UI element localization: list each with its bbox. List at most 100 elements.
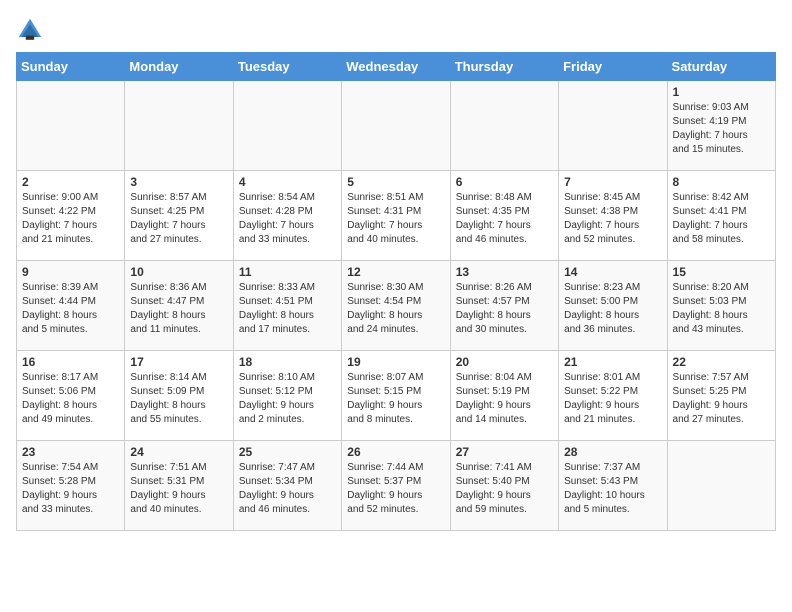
- day-number: 12: [347, 265, 444, 279]
- day-cell: [233, 81, 341, 171]
- day-number: 7: [564, 175, 661, 189]
- day-info: Sunrise: 7:44 AM Sunset: 5:37 PM Dayligh…: [347, 462, 423, 515]
- day-number: 10: [130, 265, 227, 279]
- day-cell: 10 Sunrise: 8:36 AM Sunset: 4:47 PM Dayli…: [125, 261, 233, 351]
- day-cell: [342, 81, 450, 171]
- day-info: Sunrise: 8:04 AM Sunset: 5:19 PM Dayligh…: [456, 372, 532, 425]
- day-info: Sunrise: 8:07 AM Sunset: 5:15 PM Dayligh…: [347, 372, 423, 425]
- day-number: 9: [22, 265, 119, 279]
- logo: [16, 16, 46, 44]
- day-number: 26: [347, 445, 444, 459]
- header: [16, 16, 776, 44]
- header-cell-monday: Monday: [125, 53, 233, 81]
- day-number: 2: [22, 175, 119, 189]
- day-cell: 20 Sunrise: 8:04 AM Sunset: 5:19 PM Dayli…: [450, 351, 558, 441]
- day-cell: 4Sunrise: 8:54 AM Sunset: 4:28 PM Daylig…: [233, 171, 341, 261]
- day-number: 8: [673, 175, 770, 189]
- day-info: Sunrise: 7:37 AM Sunset: 5:43 PM Dayligh…: [564, 462, 645, 515]
- day-number: 20: [456, 355, 553, 369]
- day-cell: [667, 441, 775, 531]
- day-cell: 26 Sunrise: 7:44 AM Sunset: 5:37 PM Dayli…: [342, 441, 450, 531]
- day-number: 22: [673, 355, 770, 369]
- day-cell: [450, 81, 558, 171]
- day-cell: 8 Sunrise: 8:42 AM Sunset: 4:41 PM Daylig…: [667, 171, 775, 261]
- day-number: 23: [22, 445, 119, 459]
- header-cell-saturday: Saturday: [667, 53, 775, 81]
- day-info: Sunrise: 7:51 AM Sunset: 5:31 PM Dayligh…: [130, 462, 206, 515]
- week-row-3: 9 Sunrise: 8:39 AM Sunset: 4:44 PM Daylig…: [17, 261, 776, 351]
- day-number: 28: [564, 445, 661, 459]
- day-info: Sunrise: 8:14 AM Sunset: 5:09 PM Dayligh…: [130, 372, 206, 425]
- day-cell: 3 Sunrise: 8:57 AM Sunset: 4:25 PM Daylig…: [125, 171, 233, 261]
- day-info: Sunrise: 8:45 AM Sunset: 4:38 PM Dayligh…: [564, 192, 640, 245]
- day-info: Sunrise: 8:42 AM Sunset: 4:41 PM Dayligh…: [673, 192, 749, 245]
- day-cell: 11 Sunrise: 8:33 AM Sunset: 4:51 PM Dayli…: [233, 261, 341, 351]
- day-cell: 9 Sunrise: 8:39 AM Sunset: 4:44 PM Daylig…: [17, 261, 125, 351]
- day-cell: 5 Sunrise: 8:51 AM Sunset: 4:31 PM Daylig…: [342, 171, 450, 261]
- day-info: Sunrise: 7:57 AM Sunset: 5:25 PM Dayligh…: [673, 372, 749, 425]
- day-info: Sunrise: 8:01 AM Sunset: 5:22 PM Dayligh…: [564, 372, 640, 425]
- day-number: 11: [239, 265, 336, 279]
- day-number: 5: [347, 175, 444, 189]
- day-number: 24: [130, 445, 227, 459]
- day-cell: 1 Sunrise: 9:03 AM Sunset: 4:19 PM Daylig…: [667, 81, 775, 171]
- day-info: Sunrise: 9:00 AM Sunset: 4:22 PM Dayligh…: [22, 192, 98, 245]
- day-cell: 24 Sunrise: 7:51 AM Sunset: 5:31 PM Dayli…: [125, 441, 233, 531]
- day-cell: 21 Sunrise: 8:01 AM Sunset: 5:22 PM Dayli…: [559, 351, 667, 441]
- day-cell: [125, 81, 233, 171]
- day-number: 14: [564, 265, 661, 279]
- day-info: Sunrise: 8:20 AM Sunset: 5:03 PM Dayligh…: [673, 282, 749, 335]
- day-cell: 14 Sunrise: 8:23 AM Sunset: 5:00 PM Dayli…: [559, 261, 667, 351]
- day-number: 1: [673, 85, 770, 99]
- day-number: 17: [130, 355, 227, 369]
- day-cell: 25 Sunrise: 7:47 AM Sunset: 5:34 PM Dayli…: [233, 441, 341, 531]
- day-cell: [559, 81, 667, 171]
- day-info: Sunrise: 8:36 AM Sunset: 4:47 PM Dayligh…: [130, 282, 206, 335]
- day-number: 6: [456, 175, 553, 189]
- day-info: Sunrise: 8:17 AM Sunset: 5:06 PM Dayligh…: [22, 372, 98, 425]
- header-cell-wednesday: Wednesday: [342, 53, 450, 81]
- day-number: 16: [22, 355, 119, 369]
- day-info: Sunrise: 8:48 AM Sunset: 4:35 PM Dayligh…: [456, 192, 532, 245]
- day-cell: 6 Sunrise: 8:48 AM Sunset: 4:35 PM Daylig…: [450, 171, 558, 261]
- day-info: Sunrise: 7:41 AM Sunset: 5:40 PM Dayligh…: [456, 462, 532, 515]
- day-info: Sunrise: 8:30 AM Sunset: 4:54 PM Dayligh…: [347, 282, 423, 335]
- day-cell: 12 Sunrise: 8:30 AM Sunset: 4:54 PM Dayli…: [342, 261, 450, 351]
- day-cell: 15 Sunrise: 8:20 AM Sunset: 5:03 PM Dayli…: [667, 261, 775, 351]
- day-number: 27: [456, 445, 553, 459]
- day-number: 4: [239, 175, 336, 189]
- day-cell: 13Sunrise: 8:26 AM Sunset: 4:57 PM Dayli…: [450, 261, 558, 351]
- header-cell-thursday: Thursday: [450, 53, 558, 81]
- day-info: Sunrise: 8:51 AM Sunset: 4:31 PM Dayligh…: [347, 192, 423, 245]
- week-row-5: 23 Sunrise: 7:54 AM Sunset: 5:28 PM Dayli…: [17, 441, 776, 531]
- day-number: 18: [239, 355, 336, 369]
- day-cell: 19Sunrise: 8:07 AM Sunset: 5:15 PM Dayli…: [342, 351, 450, 441]
- day-cell: 28 Sunrise: 7:37 AM Sunset: 5:43 PM Dayli…: [559, 441, 667, 531]
- day-cell: 16 Sunrise: 8:17 AM Sunset: 5:06 PM Dayli…: [17, 351, 125, 441]
- day-cell: 2 Sunrise: 9:00 AM Sunset: 4:22 PM Daylig…: [17, 171, 125, 261]
- day-cell: 18Sunrise: 8:10 AM Sunset: 5:12 PM Dayli…: [233, 351, 341, 441]
- week-row-1: 1 Sunrise: 9:03 AM Sunset: 4:19 PM Daylig…: [17, 81, 776, 171]
- header-cell-sunday: Sunday: [17, 53, 125, 81]
- week-row-4: 16 Sunrise: 8:17 AM Sunset: 5:06 PM Dayli…: [17, 351, 776, 441]
- week-row-2: 2 Sunrise: 9:00 AM Sunset: 4:22 PM Daylig…: [17, 171, 776, 261]
- day-number: 3: [130, 175, 227, 189]
- day-cell: [17, 81, 125, 171]
- day-info: Sunrise: 8:39 AM Sunset: 4:44 PM Dayligh…: [22, 282, 98, 335]
- day-info: Sunrise: 9:03 AM Sunset: 4:19 PM Dayligh…: [673, 102, 749, 155]
- day-number: 25: [239, 445, 336, 459]
- day-info: Sunrise: 8:33 AM Sunset: 4:51 PM Dayligh…: [239, 282, 315, 335]
- day-cell: 17 Sunrise: 8:14 AM Sunset: 5:09 PM Dayli…: [125, 351, 233, 441]
- day-info: Sunrise: 8:57 AM Sunset: 4:25 PM Dayligh…: [130, 192, 206, 245]
- day-cell: 23 Sunrise: 7:54 AM Sunset: 5:28 PM Dayli…: [17, 441, 125, 531]
- day-info: Sunrise: 7:47 AM Sunset: 5:34 PM Dayligh…: [239, 462, 315, 515]
- calendar-body: 1 Sunrise: 9:03 AM Sunset: 4:19 PM Daylig…: [17, 81, 776, 531]
- day-cell: 22 Sunrise: 7:57 AM Sunset: 5:25 PM Dayli…: [667, 351, 775, 441]
- header-row: SundayMondayTuesdayWednesdayThursdayFrid…: [17, 53, 776, 81]
- day-info: Sunrise: 7:54 AM Sunset: 5:28 PM Dayligh…: [22, 462, 98, 515]
- day-number: 15: [673, 265, 770, 279]
- day-number: 21: [564, 355, 661, 369]
- logo-icon: [16, 16, 44, 44]
- day-info: Sunrise: 8:26 AM Sunset: 4:57 PM Dayligh…: [456, 282, 532, 335]
- day-info: Sunrise: 8:23 AM Sunset: 5:00 PM Dayligh…: [564, 282, 640, 335]
